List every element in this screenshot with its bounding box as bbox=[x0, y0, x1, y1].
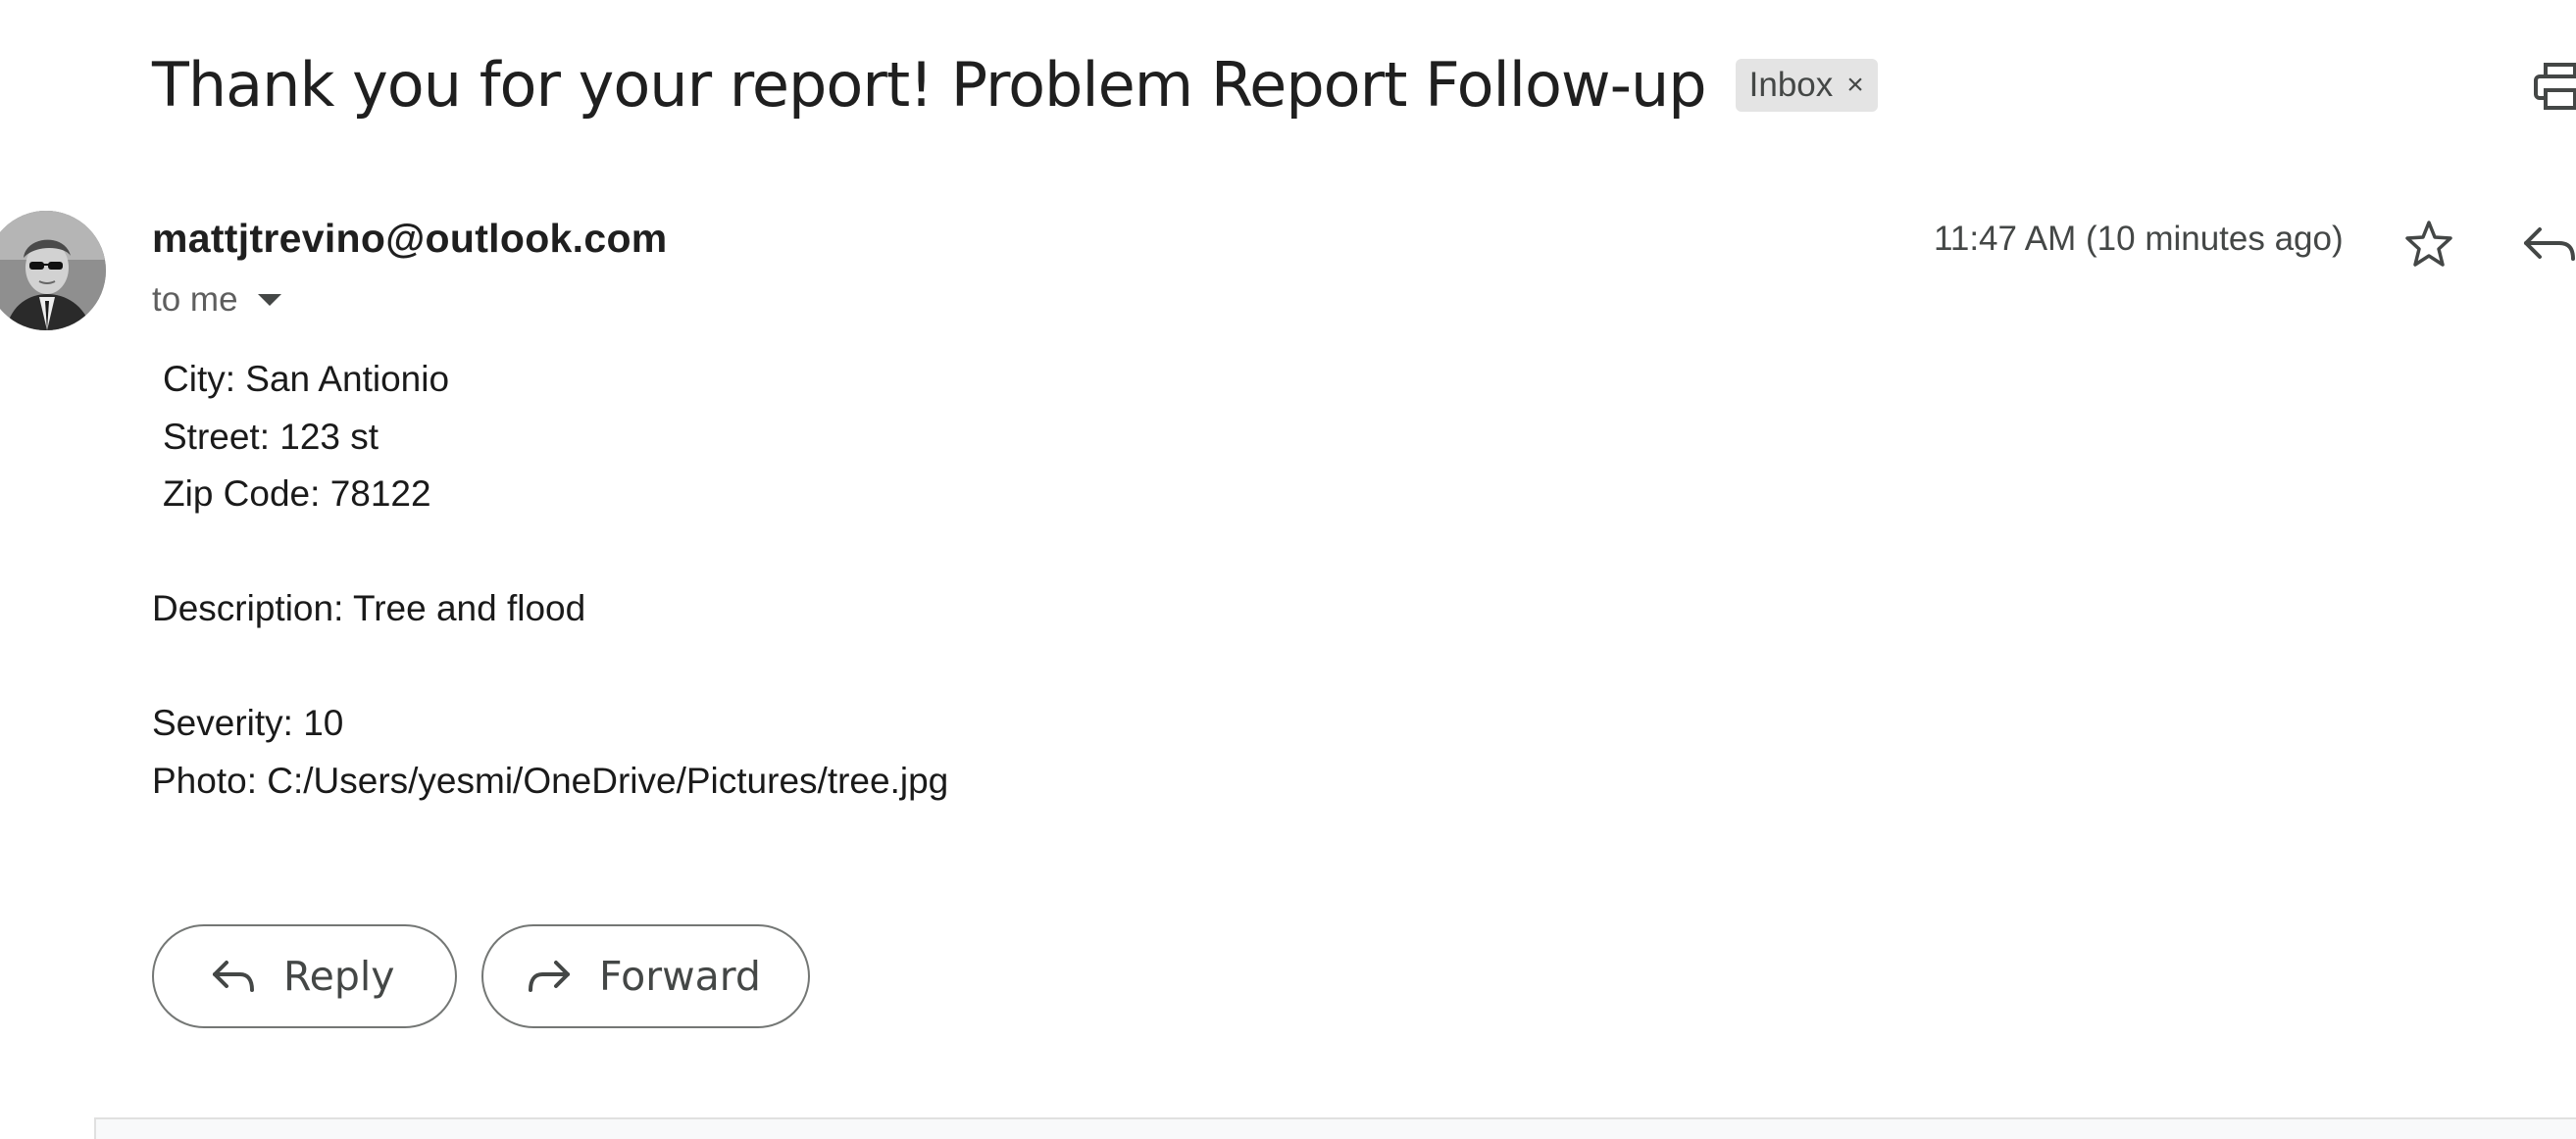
reply-button[interactable]: Reply bbox=[152, 924, 457, 1028]
print-icon[interactable] bbox=[2532, 63, 2576, 112]
next-message-bar bbox=[94, 1117, 2576, 1139]
recipient-label: to me bbox=[152, 280, 238, 319]
label-chip-text: Inbox bbox=[1748, 65, 1834, 104]
forward-button[interactable]: Forward bbox=[481, 924, 810, 1028]
reply-button-label: Reply bbox=[283, 953, 395, 1000]
chevron-down-icon[interactable] bbox=[257, 294, 281, 306]
email-view: Thank you for your report! Problem Repor… bbox=[0, 0, 2576, 1139]
sender-email[interactable]: mattjtrevino@outlook.com bbox=[152, 216, 668, 262]
star-icon[interactable] bbox=[2402, 218, 2455, 271]
reply-icon[interactable] bbox=[2520, 218, 2575, 271]
remove-label-icon[interactable]: × bbox=[1846, 69, 1864, 102]
subject-row: Thank you for your report! Problem Repor… bbox=[152, 49, 1878, 121]
inbox-label-chip[interactable]: Inbox × bbox=[1735, 58, 1878, 112]
email-subject: Thank you for your report! Problem Repor… bbox=[152, 49, 1707, 121]
forward-button-label: Forward bbox=[599, 953, 761, 1000]
body-photo: Photo: C:/Users/yesmi/OneDrive/Pictures/… bbox=[152, 761, 949, 801]
body-city: City: San Antionio bbox=[163, 359, 450, 399]
body-street: Street: 123 st bbox=[163, 417, 379, 457]
body-zip: Zip Code: 78122 bbox=[163, 473, 431, 514]
recipient-row: to me bbox=[152, 280, 281, 320]
sender-avatar[interactable] bbox=[0, 211, 106, 330]
forward-icon bbox=[529, 961, 570, 992]
email-timestamp: 11:47 AM (10 minutes ago) bbox=[1934, 220, 2344, 258]
reply-icon bbox=[213, 961, 254, 992]
body-severity: Severity: 10 bbox=[152, 703, 344, 743]
body-description: Description: Tree and flood bbox=[152, 588, 586, 628]
